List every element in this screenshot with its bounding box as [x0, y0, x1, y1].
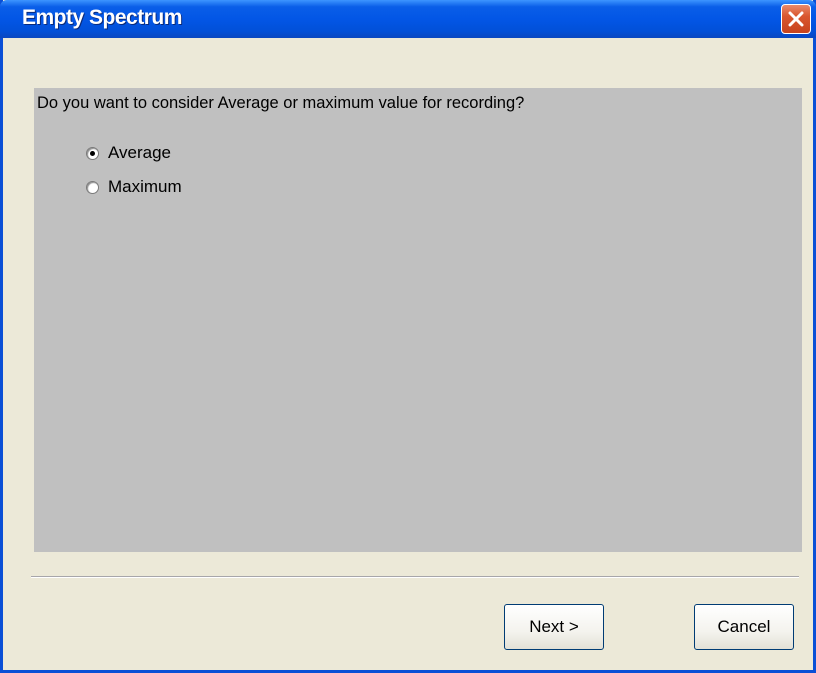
title-bar[interactable]: Empty Spectrum — [0, 0, 816, 38]
question-text: Do you want to consider Average or maxim… — [37, 93, 525, 112]
cancel-button[interactable]: Cancel — [694, 604, 794, 650]
radio-label-average: Average — [108, 143, 172, 162]
dialog-window: Empty Spectrum Do you want to consider A… — [0, 0, 816, 673]
radio-button-average[interactable] — [86, 146, 99, 160]
window-title: Empty Spectrum — [22, 6, 182, 29]
close-button[interactable] — [781, 4, 811, 34]
separator-line — [31, 576, 799, 578]
radio-label-maximum: Maximum — [108, 177, 182, 196]
next-button[interactable]: Next > — [504, 604, 604, 650]
radio-option-maximum[interactable]: Maximum — [86, 176, 182, 198]
content-panel: Do you want to consider Average or maxim… — [34, 88, 802, 552]
radio-button-maximum[interactable] — [86, 180, 99, 194]
radio-selected-dot — [90, 150, 95, 156]
radio-option-average[interactable]: Average — [86, 142, 171, 164]
close-icon — [788, 11, 804, 27]
